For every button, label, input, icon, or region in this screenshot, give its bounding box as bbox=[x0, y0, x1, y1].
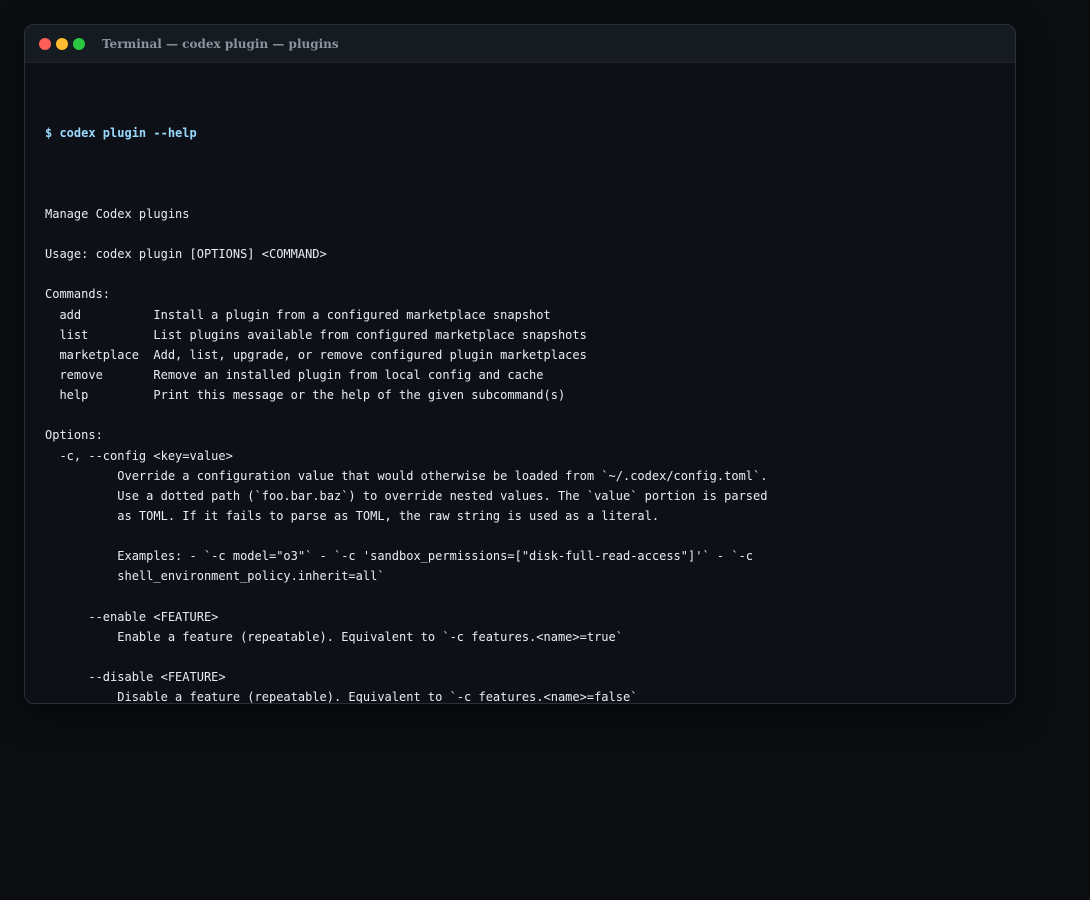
terminal-window: Terminal — codex plugin — plugins $ code… bbox=[24, 24, 1016, 704]
title-bar: Terminal — codex plugin — plugins bbox=[25, 25, 1015, 63]
output-line: help Print this message or the help of t… bbox=[45, 388, 566, 403]
output-line: Options: bbox=[45, 428, 103, 443]
window-title: Terminal — codex plugin — plugins bbox=[102, 36, 339, 51]
help-output: Manage Codex plugins Usage: codex plugin … bbox=[45, 184, 995, 704]
output-line: Use a dotted path (`foo.bar.baz`) to ove… bbox=[45, 488, 768, 503]
output-line: Examples: - `-c model="o3"` - `-c 'sandb… bbox=[45, 549, 754, 564]
output-line: Override a configuration value that woul… bbox=[45, 468, 768, 483]
minimize-window-button[interactable] bbox=[56, 37, 68, 50]
output-line: as TOML. If it fails to parse as TOML, t… bbox=[45, 509, 660, 524]
output-line: --enable <FEATURE> bbox=[45, 609, 219, 624]
output-line: Enable a feature (repeatable). Equivalen… bbox=[45, 629, 623, 644]
output-line: marketplace Add, list, upgrade, or remov… bbox=[45, 347, 587, 362]
output-line: add Install a plugin from a configured m… bbox=[45, 307, 551, 322]
output-line: list List plugins available from configu… bbox=[45, 327, 587, 342]
output-line: -c, --config <key=value> bbox=[45, 448, 233, 463]
output-line: Commands: bbox=[45, 287, 111, 302]
output-line: remove Remove an installed plugin from l… bbox=[45, 368, 544, 383]
output-line: Usage: codex plugin [OPTIONS] <COMMAND> bbox=[45, 247, 327, 262]
close-window-button[interactable] bbox=[39, 37, 51, 50]
terminal-output[interactable]: $ codex plugin --help Manage Codex plugi… bbox=[25, 63, 1015, 704]
output-line: shell_environment_policy.inherit=all` bbox=[45, 569, 385, 584]
command-prompt-line: $ codex plugin --help bbox=[45, 126, 197, 141]
output-line: Manage Codex plugins bbox=[45, 206, 190, 221]
output-line: Disable a feature (repeatable). Equivale… bbox=[45, 690, 638, 704]
output-line: --disable <FEATURE> bbox=[45, 670, 226, 685]
zoom-window-button[interactable] bbox=[73, 37, 85, 50]
